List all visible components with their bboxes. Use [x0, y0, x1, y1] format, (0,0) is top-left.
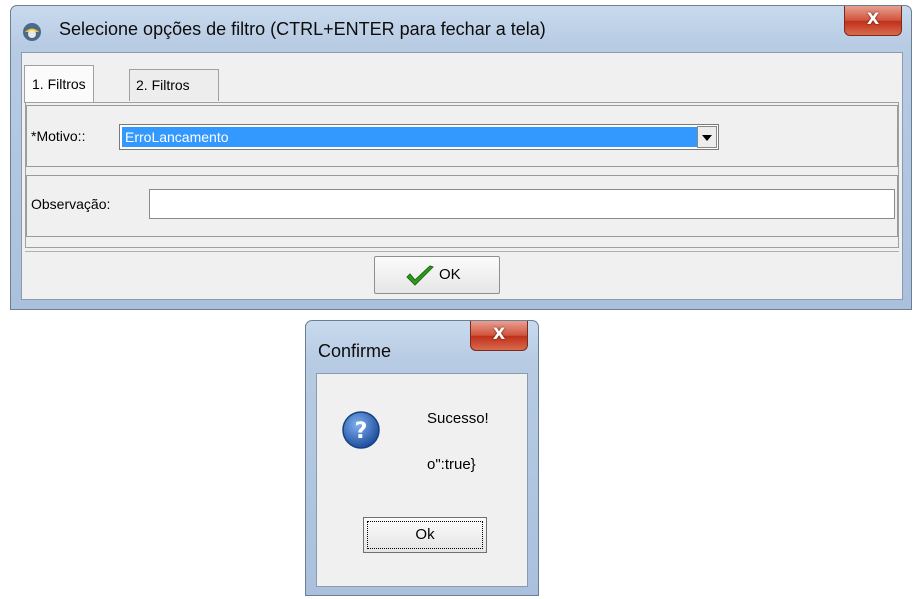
question-icon: ? — [342, 411, 380, 449]
motivo-row: *Motivo:: ErroLancamento — [26, 105, 898, 167]
ok-button-label: OK — [439, 266, 461, 283]
dialog-ok-button[interactable]: Ok — [363, 517, 487, 553]
dialog-ok-label: Ok — [415, 526, 435, 543]
chevron-down-icon — [702, 135, 712, 141]
window-title: Selecione opções de filtro (CTRL+ENTER p… — [59, 19, 546, 39]
title-bar[interactable]: Selecione opções de filtro (CTRL+ENTER p… — [11, 6, 911, 52]
observacao-label: Observação: — [31, 196, 111, 212]
button-bar: OK — [25, 251, 899, 297]
motivo-selected-value: ErroLancamento — [122, 127, 697, 147]
dialog-detail: o":true} — [427, 456, 476, 473]
svg-text:?: ? — [355, 419, 368, 444]
motivo-label: *Motivo:: — [31, 128, 86, 144]
motivo-select[interactable]: ErroLancamento — [119, 124, 719, 150]
observacao-input[interactable] — [149, 189, 895, 219]
dropdown-button[interactable] — [697, 126, 717, 148]
tab-filtros-1[interactable]: 1. Filtros — [24, 65, 94, 103]
tab-filtros-2[interactable]: 2. Filtros — [129, 69, 219, 101]
filter-window: Selecione opções de filtro (CTRL+ENTER p… — [10, 5, 912, 310]
app-icon — [23, 23, 41, 41]
filter-panel: *Motivo:: ErroLancamento Observação: — [25, 102, 899, 248]
dialog-message: Sucesso! — [427, 410, 489, 427]
close-icon: X — [866, 9, 880, 28]
dialog-client: ? Sucesso! o":true} Ok — [316, 373, 528, 587]
checkmark-icon — [406, 265, 434, 286]
dialog-close-button[interactable]: X — [470, 321, 528, 351]
ok-button[interactable]: OK — [374, 256, 500, 294]
observacao-row: Observação: — [26, 175, 898, 237]
close-icon: X — [492, 324, 506, 343]
dialog-title: Confirme — [318, 341, 392, 361]
window-client: 2. Filtros 1. Filtros *Motivo:: ErroLanc… — [21, 52, 903, 300]
confirm-dialog: Confirme X ? Sucesso! o":true} Ok — [305, 320, 539, 596]
close-button[interactable]: X — [844, 6, 902, 36]
